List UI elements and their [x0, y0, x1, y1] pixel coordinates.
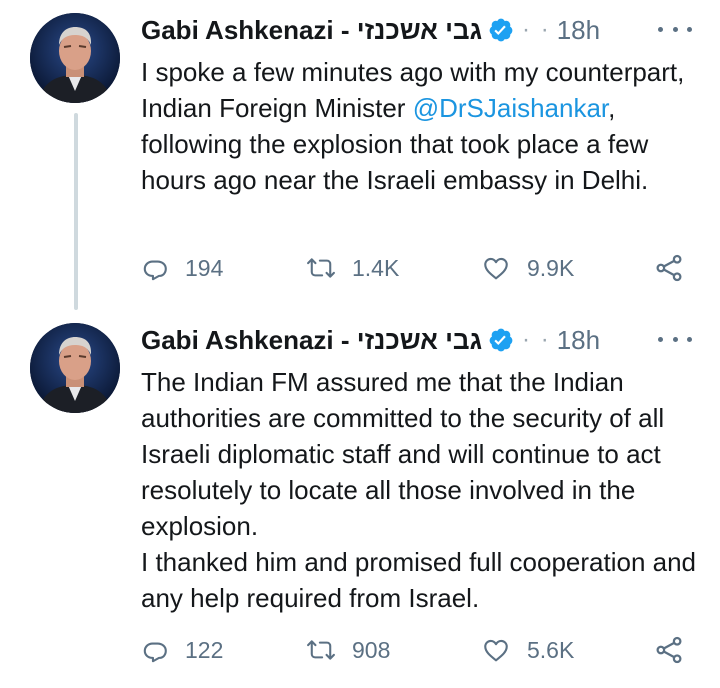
author-name[interactable]: Gabi Ashkenazi - גבי אשכנזי	[141, 15, 482, 46]
like-button[interactable]: 9.9K	[481, 248, 574, 288]
reply-button[interactable]: 194	[141, 248, 223, 288]
header-separator: · ·	[522, 16, 551, 43]
like-count: 5.6K	[527, 636, 575, 663]
avatar[interactable]	[30, 323, 120, 413]
reply-count: 194	[185, 254, 224, 281]
retweet-count: 1.4K	[352, 254, 400, 281]
more-options-icon[interactable]	[658, 14, 692, 44]
tweet-text: I spoke a few minutes ago with my counte…	[141, 54, 701, 198]
verified-badge-icon	[488, 17, 514, 43]
avatar[interactable]	[30, 13, 120, 103]
share-button[interactable]	[653, 248, 685, 288]
heart-icon	[484, 257, 508, 280]
retweet-icon	[307, 258, 335, 278]
reply-button[interactable]: 122	[141, 630, 223, 670]
retweet-button[interactable]: 1.4K	[306, 248, 399, 288]
share-icon	[656, 636, 682, 664]
more-options-icon[interactable]	[658, 324, 692, 354]
verified-badge-icon	[488, 327, 514, 353]
tweet-header: Gabi Ashkenazi - גבי אשכנזי · · 18h	[141, 322, 600, 358]
header-separator: · ·	[522, 326, 551, 353]
retweet-count: 908	[352, 636, 391, 663]
heart-icon	[484, 639, 508, 662]
reply-icon	[143, 260, 167, 281]
like-count: 9.9K	[527, 254, 575, 281]
retweet-icon	[307, 640, 335, 660]
tweet-time[interactable]: 18h	[557, 15, 600, 46]
tweet-actions: 194 1.4K 9.9K	[141, 248, 701, 288]
tweet[interactable]: Gabi Ashkenazi - גבי אשכנזי · · 18h The …	[0, 310, 720, 688]
share-icon	[656, 254, 682, 282]
tweet-actions: 122 908 5.6K	[141, 630, 701, 670]
share-button[interactable]	[653, 630, 685, 670]
reply-count: 122	[185, 636, 224, 663]
tweet-text: The Indian FM assured me that the Indian…	[141, 367, 697, 613]
mention-link[interactable]: @DrSJaishankar	[413, 93, 608, 123]
reply-icon	[143, 642, 167, 663]
author-name[interactable]: Gabi Ashkenazi - גבי אשכנזי	[141, 325, 482, 356]
tweet[interactable]: Gabi Ashkenazi - גבי אשכנזי · · 18h I sp…	[0, 0, 720, 310]
retweet-button[interactable]: 908	[306, 630, 390, 670]
tweet-time[interactable]: 18h	[557, 325, 600, 356]
tweet-header: Gabi Ashkenazi - גבי אשכנזי · · 18h	[141, 12, 600, 48]
like-button[interactable]: 5.6K	[481, 630, 574, 670]
thread-connector	[74, 113, 78, 310]
